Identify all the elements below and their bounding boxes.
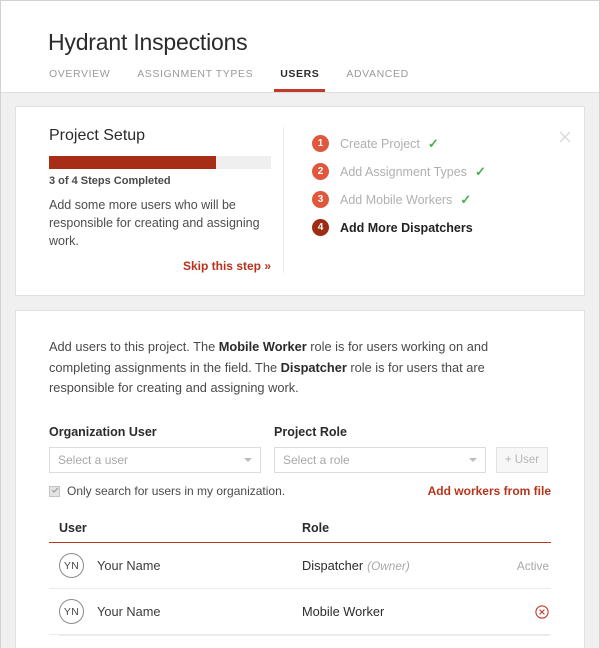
role-value: Dispatcher — [302, 558, 363, 573]
intro-bold-dispatcher: Dispatcher — [281, 360, 347, 375]
check-icon: ✓ — [475, 165, 486, 178]
table-row[interactable]: YN Your Name Dispatcher (Owner) Active — [49, 543, 551, 589]
app-window: Hydrant Inspections OVERVIEW ASSIGNMENT … — [0, 0, 600, 648]
only-my-organization-checkbox[interactable] — [49, 486, 60, 497]
step-number-badge: 1 — [312, 135, 329, 152]
add-user-button[interactable]: + User — [496, 447, 548, 473]
cell-user: YN Your Name — [59, 599, 302, 624]
setup-progress-fill — [49, 156, 216, 169]
add-user-form-row: Select a user Select a role + User — [49, 447, 551, 473]
content-area: Project Setup 3 of 4 Steps Completed Add… — [1, 93, 599, 648]
project-users-table: User Role YN Your Name Dispatcher (Owner)… — [49, 521, 551, 636]
organization-user-select-value: Select a user — [58, 453, 128, 467]
close-icon[interactable] — [558, 130, 572, 144]
status-badge: Active — [493, 559, 549, 573]
step-label: Add Assignment Types — [340, 165, 467, 179]
users-intro-text: Add users to this project. The Mobile Wo… — [49, 337, 549, 399]
setup-step-create-project[interactable]: 1 Create Project ✓ — [312, 130, 570, 158]
role-value: Mobile Worker — [302, 604, 384, 619]
chevron-down-icon — [469, 458, 477, 462]
tab-assignment-types[interactable]: ASSIGNMENT TYPES — [131, 68, 259, 92]
check-icon: ✓ — [428, 137, 439, 150]
tab-overview[interactable]: OVERVIEW — [43, 68, 116, 92]
add-workers-from-file-link[interactable]: Add workers from file — [428, 484, 551, 498]
setup-progress-panel: Project Setup 3 of 4 Steps Completed Add… — [16, 127, 284, 273]
step-number-badge: 4 — [312, 219, 329, 236]
user-name: Your Name — [97, 604, 161, 619]
user-name: Your Name — [97, 558, 161, 573]
chevron-down-icon — [244, 458, 252, 462]
page-header: Hydrant Inspections OVERVIEW ASSIGNMENT … — [1, 1, 599, 93]
label-project-role: Project Role — [274, 425, 347, 439]
intro-bold-mobile-worker: Mobile Worker — [219, 339, 307, 354]
setup-step-add-assignment-types[interactable]: 2 Add Assignment Types ✓ — [312, 158, 570, 186]
skip-this-step-link[interactable]: Skip this step » — [49, 259, 271, 273]
step-number-badge: 2 — [312, 163, 329, 180]
avatar: YN — [59, 599, 84, 624]
organization-user-select[interactable]: Select a user — [49, 447, 261, 473]
step-label: Add Mobile Workers — [340, 193, 452, 207]
setup-step-add-more-dispatchers[interactable]: 4 Add More Dispatchers — [312, 214, 570, 242]
form-label-row: Organization User Project Role — [49, 425, 551, 439]
setup-progress-label: 3 of 4 Steps Completed — [49, 175, 261, 187]
step-label: Add More Dispatchers — [340, 221, 473, 235]
step-label: Create Project — [340, 137, 420, 151]
setup-step-add-mobile-workers[interactable]: 3 Add Mobile Workers ✓ — [312, 186, 570, 214]
page-title: Hydrant Inspections — [1, 29, 599, 57]
setup-description: Add some more users who will be responsi… — [49, 196, 267, 250]
role-owner-note: (Owner) — [367, 559, 410, 573]
cell-role: Dispatcher (Owner) — [302, 558, 493, 573]
cell-user: YN Your Name — [59, 553, 302, 578]
remove-circle-icon[interactable] — [535, 605, 549, 619]
setup-steps-panel: 1 Create Project ✓ 2 Add Assignment Type… — [284, 127, 584, 273]
check-icon: ✓ — [460, 193, 471, 206]
table-header-row: User Role — [49, 521, 551, 543]
project-role-select[interactable]: Select a role — [274, 447, 486, 473]
column-header-role: Role — [302, 521, 549, 535]
intro-segment: Add users to this project. The — [49, 339, 219, 354]
tab-bar: OVERVIEW ASSIGNMENT TYPES USERS ADVANCED — [1, 57, 599, 92]
setup-title: Project Setup — [49, 127, 261, 145]
tab-users[interactable]: USERS — [274, 68, 325, 92]
label-organization-user: Organization User — [49, 425, 274, 439]
cell-action — [493, 605, 549, 619]
avatar: YN — [59, 553, 84, 578]
only-my-organization-label: Only search for users in my organization… — [67, 484, 285, 498]
table-row[interactable]: YN Your Name Mobile Worker — [49, 589, 551, 635]
cell-role: Mobile Worker — [302, 604, 493, 619]
setup-progress-bar — [49, 156, 271, 169]
column-header-user: User — [59, 521, 302, 535]
tab-advanced[interactable]: ADVANCED — [340, 68, 414, 92]
table-bottom-divider — [59, 635, 549, 636]
step-number-badge: 3 — [312, 191, 329, 208]
project-role-select-value: Select a role — [283, 453, 350, 467]
add-users-card: Add users to this project. The Mobile Wo… — [15, 310, 585, 648]
search-scope-row: Only search for users in my organization… — [49, 483, 551, 499]
project-setup-card: Project Setup 3 of 4 Steps Completed Add… — [15, 106, 585, 296]
